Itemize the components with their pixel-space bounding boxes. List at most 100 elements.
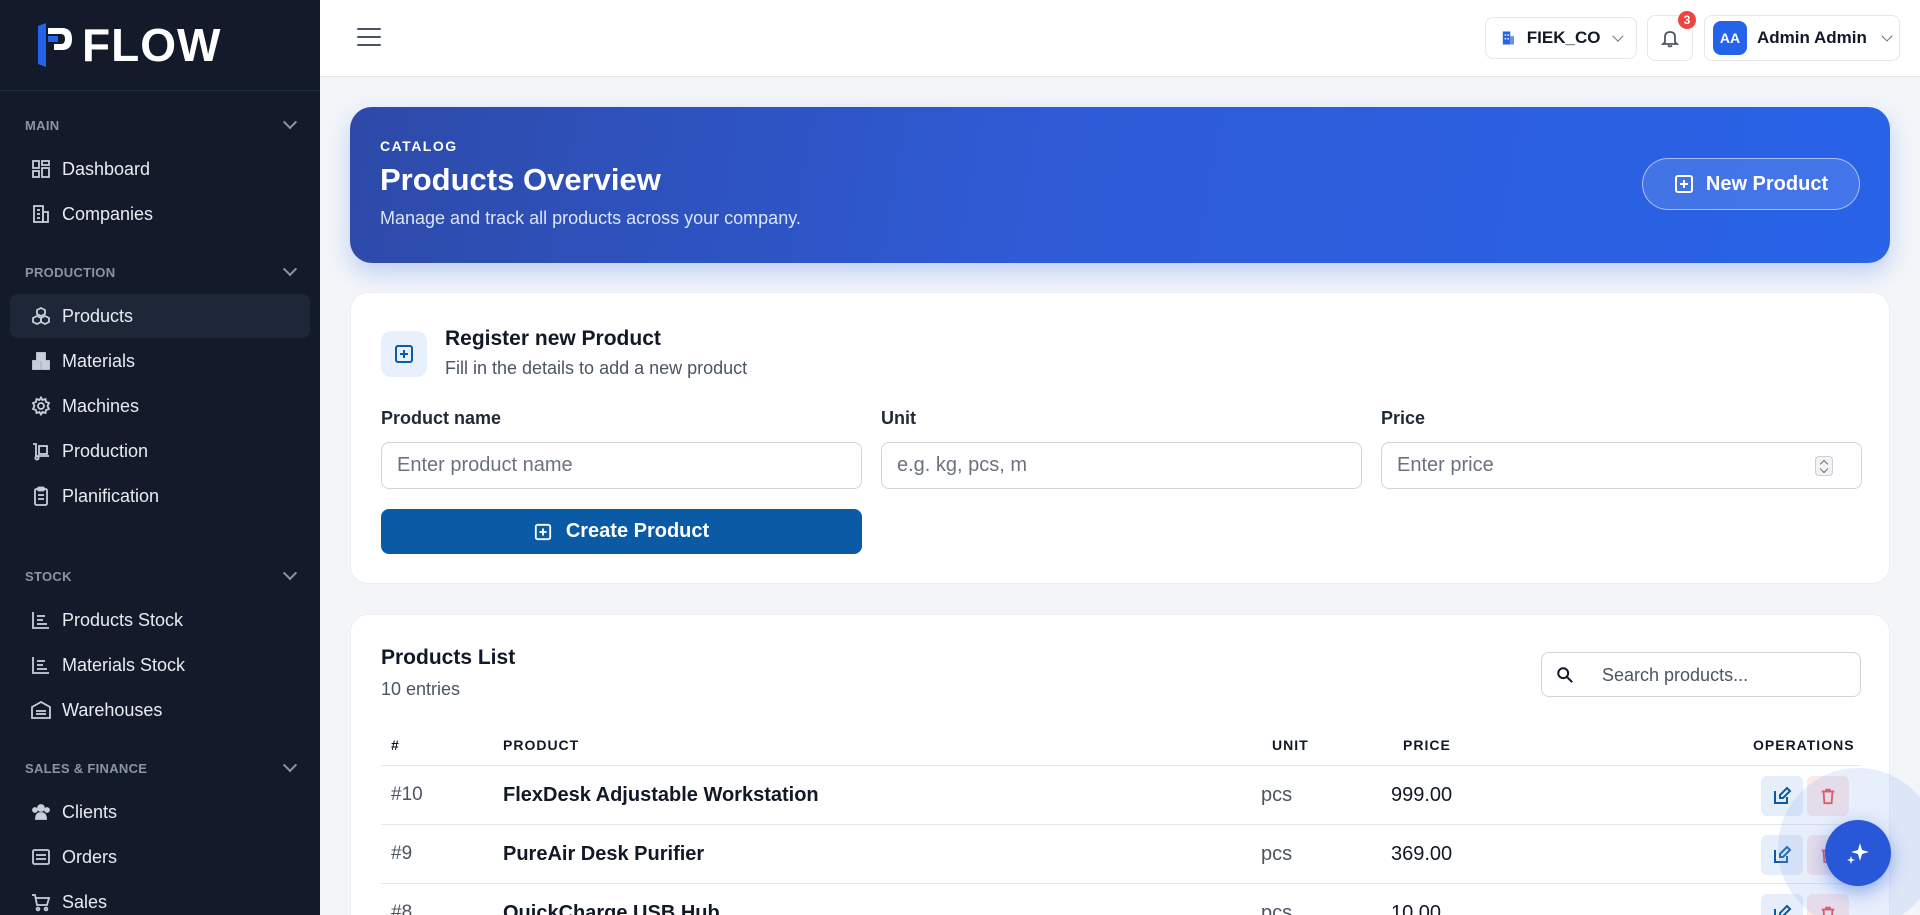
nav-section-header[interactable]: STOCK	[10, 562, 310, 590]
building-icon	[30, 203, 52, 225]
product-price: 999.00	[1391, 784, 1453, 806]
sidebar-item-planification[interactable]: Planification	[10, 474, 310, 518]
column-header-product: PRODUCT	[503, 737, 580, 753]
chevron-down-icon	[282, 262, 298, 277]
page-title: Products Overview	[380, 162, 661, 197]
brand-name: FLOW	[82, 19, 222, 71]
chevron-down-icon	[282, 566, 298, 581]
users-icon	[30, 801, 52, 823]
row-number: #8	[391, 902, 413, 915]
bell-icon	[1660, 31, 1680, 48]
nav-section-sales-finance: SALES & FINANCE Clients Orders Sales	[0, 754, 320, 915]
sidebar-item-label: Production	[62, 440, 149, 461]
column-header-unit: UNIT	[1272, 737, 1309, 753]
flow-logo-icon	[38, 23, 72, 67]
nav-section-header[interactable]: SALES & FINANCE	[10, 754, 310, 782]
chevron-down-icon	[282, 115, 298, 130]
product-price: 10.00	[1391, 902, 1442, 915]
section-title: STOCK	[25, 568, 72, 584]
price-input[interactable]	[1381, 442, 1862, 489]
list-icon	[30, 846, 52, 868]
sidebar-item-dashboard[interactable]: Dashboard	[10, 147, 310, 191]
product-price: 369.00	[1391, 843, 1453, 865]
sidebar-item-materials[interactable]: Materials	[10, 339, 310, 383]
user-name: Admin Admin	[1757, 28, 1867, 47]
nav-section-stock: STOCK Products Stock Materials Stock War…	[0, 562, 320, 732]
sidebar-item-products[interactable]: Products	[10, 294, 310, 338]
topbar: FIEK_CO 3 AA Admin Admin	[320, 0, 1920, 77]
button-label: Create Product	[565, 520, 710, 542]
product-name: QuickCharge USB Hub	[503, 902, 720, 915]
sidebar-item-label: Machines	[62, 395, 140, 416]
brand-logo[interactable]: FLOW	[0, 0, 320, 91]
search-icon	[1557, 667, 1573, 683]
card-title: Register new Product	[445, 327, 661, 350]
product-name: PureAir Desk Purifier	[503, 843, 705, 865]
building-icon	[1502, 31, 1514, 45]
table-row: #10 FlexDesk Adjustable Workstation pcs …	[381, 766, 1861, 825]
nav-section-header[interactable]: MAIN	[10, 111, 310, 139]
sidebar-item-materials-stock[interactable]: Materials Stock	[10, 643, 310, 687]
sidebar-item-companies[interactable]: Companies	[10, 192, 310, 236]
sidebar-item-label: Materials Stock	[62, 654, 186, 675]
search-input[interactable]	[1602, 662, 1852, 688]
nav-section-header[interactable]: PRODUCTION	[10, 258, 310, 286]
ai-assistant-button[interactable]	[1825, 820, 1891, 886]
product-unit: pcs	[1261, 902, 1293, 915]
button-label: New Product	[1705, 172, 1829, 195]
sidebar-item-production[interactable]: Production	[10, 429, 310, 473]
menu-toggle-icon[interactable]	[357, 28, 381, 48]
sidebar-item-label: Clients	[62, 801, 118, 822]
section-title: MAIN	[25, 117, 60, 133]
sidebar-item-warehouses[interactable]: Warehouses	[10, 688, 310, 732]
sidebar-item-label: Sales	[62, 891, 108, 912]
sidebar-item-orders[interactable]: Orders	[10, 835, 310, 879]
gear-icon	[30, 395, 52, 417]
sidebar-item-machines[interactable]: Machines	[10, 384, 310, 428]
register-product-card: Register new Product Fill in the details…	[350, 292, 1890, 584]
sidebar-item-label: Dashboard	[62, 158, 151, 179]
unit-input[interactable]	[881, 442, 1362, 489]
new-product-button[interactable]: New Product	[1642, 158, 1860, 210]
sidebar-item-products-stock[interactable]: Products Stock	[10, 598, 310, 642]
plus-square-icon	[381, 331, 427, 377]
page-kicker: CATALOG	[380, 138, 458, 154]
boxes-icon	[30, 350, 52, 372]
row-number: #9	[391, 843, 413, 864]
chevron-down-icon	[1881, 30, 1893, 42]
column-header-price: PRICE	[1403, 737, 1451, 753]
table-row: #9 PureAir Desk Purifier pcs 369.00	[381, 825, 1861, 884]
product-unit: pcs	[1261, 784, 1293, 806]
edit-icon	[1774, 786, 1792, 804]
unit-label: Unit	[881, 408, 916, 428]
user-menu[interactable]: AA Admin Admin	[1704, 15, 1900, 61]
sidebar-item-label: Materials	[62, 350, 136, 371]
section-title: PRODUCTION	[25, 264, 116, 280]
edit-icon	[1774, 904, 1792, 915]
card-title: Products List	[381, 646, 516, 669]
page-header-banner: CATALOG Products Overview Manage and tra…	[350, 107, 1890, 263]
column-header-operations: OPERATIONS	[1753, 737, 1855, 753]
product-name-input[interactable]	[381, 442, 862, 489]
card-subtitle: Fill in the details to add a new product	[445, 358, 748, 378]
sidebar-item-label: Products	[62, 305, 134, 326]
sidebar-item-clients[interactable]: Clients	[10, 790, 310, 834]
warehouse-icon	[30, 699, 52, 721]
sidebar-item-label: Companies	[62, 203, 154, 224]
product-name: FlexDesk Adjustable Workstation	[503, 784, 819, 806]
cart-icon	[30, 891, 52, 913]
row-number: #10	[391, 784, 423, 805]
sidebar-item-label: Planification	[62, 485, 160, 506]
create-product-button[interactable]: Create Product	[381, 509, 862, 554]
nav-section-production: PRODUCTION Products Materials Machines P…	[0, 258, 320, 518]
sidebar-item-label: Products Stock	[62, 609, 184, 630]
page-subtitle: Manage and track all products across you…	[380, 208, 801, 228]
sidebar-item-label: Warehouses	[62, 699, 163, 720]
avatar: AA	[1713, 21, 1747, 55]
sidebar-item-sales[interactable]: Sales	[10, 880, 310, 915]
product-unit: pcs	[1261, 843, 1293, 865]
notification-count-badge: 3	[1678, 11, 1696, 29]
price-stepper[interactable]	[1815, 456, 1833, 476]
nav-section-main: MAIN Dashboard Companies	[0, 111, 320, 236]
company-selector[interactable]: FIEK_CO	[1485, 17, 1637, 59]
